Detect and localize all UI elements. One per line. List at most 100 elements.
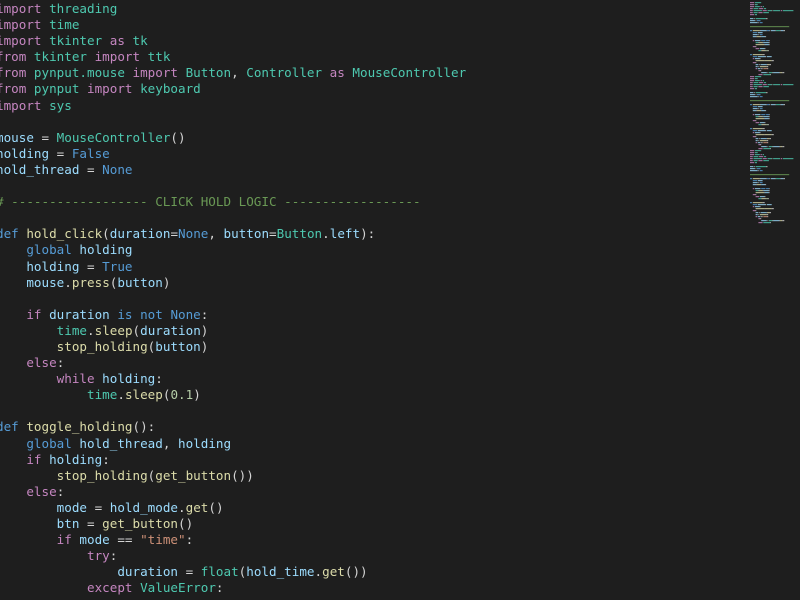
code-line[interactable]	[0, 403, 736, 419]
code-token: time	[41, 17, 80, 33]
code-token: "time"	[132, 532, 186, 548]
minimap-mark	[764, 48, 766, 50]
code-line[interactable]	[0, 114, 736, 130]
code-line[interactable]: hold_thread = None	[0, 162, 736, 178]
code-line[interactable]: import time	[0, 17, 736, 33]
code-token: hold_click	[26, 226, 103, 242]
minimap-mark	[752, 46, 756, 48]
minimap-mark	[765, 110, 767, 112]
minimap-mark	[768, 118, 770, 120]
minimap-mark	[766, 56, 772, 58]
code-line[interactable]: if mode == "time":	[0, 532, 736, 548]
minimap-mark	[752, 182, 758, 184]
minimap-mark	[780, 104, 784, 106]
code-line[interactable]: except ValueError:	[0, 580, 736, 596]
code-line[interactable]: global hold_thread, holding	[0, 436, 736, 452]
minimap-mark	[759, 190, 763, 192]
minimap-mark	[757, 184, 761, 186]
minimap-mark	[759, 64, 760, 66]
code-token: get_button	[102, 516, 178, 531]
code-token: press	[71, 274, 110, 290]
code-line[interactable]: mouse = MouseController()	[0, 130, 736, 146]
minimap-mark	[750, 94, 755, 96]
minimap-mark	[760, 64, 767, 66]
code-line[interactable]: from pynput.mouse import Button, Control…	[0, 65, 736, 81]
code-line[interactable]: stop_holding(get_button())	[0, 468, 736, 484]
code-line[interactable]: mouse.press(button)	[0, 275, 736, 291]
code-line[interactable]: from pynput import keyboard	[0, 81, 736, 97]
minimap-mark	[752, 30, 760, 32]
code-line[interactable]: try:	[0, 548, 736, 564]
code-line[interactable]	[0, 291, 736, 307]
minimap-mark	[764, 60, 765, 62]
minimap-mark	[759, 140, 767, 142]
minimap-mark	[758, 170, 760, 172]
code-line[interactable]: duration = float(hold_time.get())	[0, 564, 736, 580]
code-line[interactable]: from tkinter import ttk	[0, 49, 736, 65]
minimap-mark	[763, 42, 769, 44]
code-line[interactable]: import sys	[0, 98, 736, 114]
minimap-mark	[757, 130, 766, 132]
code-line[interactable]: btn = get_button()	[0, 516, 736, 532]
code-text-area[interactable]: import threading import time import tkinte…	[0, 1, 736, 596]
code-line[interactable]: else:	[0, 355, 736, 371]
code-token: ValueError	[140, 580, 216, 596]
code-line[interactable]	[0, 178, 736, 194]
minimap-mark	[760, 212, 767, 214]
minimap-mark	[758, 22, 760, 24]
minimap-mark	[756, 110, 757, 112]
code-line[interactable]: stop_holding(button)	[0, 339, 736, 355]
code-line[interactable]: else:	[0, 484, 736, 500]
minimap-mark	[757, 204, 766, 206]
minimap-mark	[761, 50, 766, 52]
code-line[interactable]: global holding	[0, 242, 736, 258]
code-line[interactable]: time.sleep(duration)	[0, 323, 736, 339]
minimap-mark	[765, 130, 767, 132]
code-line[interactable]: def toggle_holding():	[0, 419, 736, 435]
code-line[interactable]: if duration is not None:	[0, 307, 736, 323]
minimap-mark	[752, 54, 763, 56]
minimap-mark	[759, 42, 763, 44]
minimap-mark	[764, 134, 772, 136]
code-line[interactable]: import threading	[0, 1, 736, 17]
code-line[interactable]: def hold_click(duration=None, button=But…	[0, 226, 736, 242]
minimap-mark	[759, 182, 763, 184]
code-token: Button	[178, 65, 232, 81]
code-line[interactable]: if holding:	[0, 452, 736, 468]
minimap-mark	[760, 30, 767, 32]
code-token: get	[322, 564, 345, 580]
minimap[interactable]	[748, 0, 800, 600]
minimap-mark	[765, 184, 767, 186]
minimap-mark	[773, 220, 780, 222]
code-line[interactable]: while holding:	[0, 371, 736, 387]
code-line[interactable]: mode = hold_mode.get()	[0, 500, 736, 516]
code-line[interactable]: time.sleep(0.1)	[0, 387, 736, 403]
minimap-mark	[752, 34, 758, 36]
minimap-mark	[750, 20, 755, 22]
minimap-mark	[760, 178, 767, 180]
code-editor[interactable]: import threading import time import tkinte…	[0, 0, 800, 600]
code-line[interactable]: holding = False	[0, 146, 736, 162]
minimap-mark	[760, 80, 762, 82]
minimap-mark	[750, 168, 755, 170]
minimap-mark	[771, 208, 774, 210]
minimap-mark	[753, 156, 759, 158]
code-line[interactable]: # ------------------ CLICK HOLD LOGIC --…	[0, 194, 736, 210]
code-line[interactable]: import tkinter as tk	[0, 33, 736, 49]
minimap-mark	[762, 54, 765, 56]
code-token: threading	[41, 1, 118, 16]
minimap-mark	[766, 104, 770, 106]
code-token: )	[200, 338, 209, 354]
minimap-mark	[757, 168, 761, 170]
code-line[interactable]: holding = True	[0, 259, 736, 275]
minimap-mark	[768, 220, 773, 222]
minimap-mark	[768, 40, 770, 42]
code-line[interactable]	[0, 210, 736, 226]
minimap-mark	[771, 84, 773, 86]
minimap-mark	[767, 212, 770, 214]
minimap-mark	[766, 40, 769, 42]
minimap-mark	[759, 58, 761, 60]
